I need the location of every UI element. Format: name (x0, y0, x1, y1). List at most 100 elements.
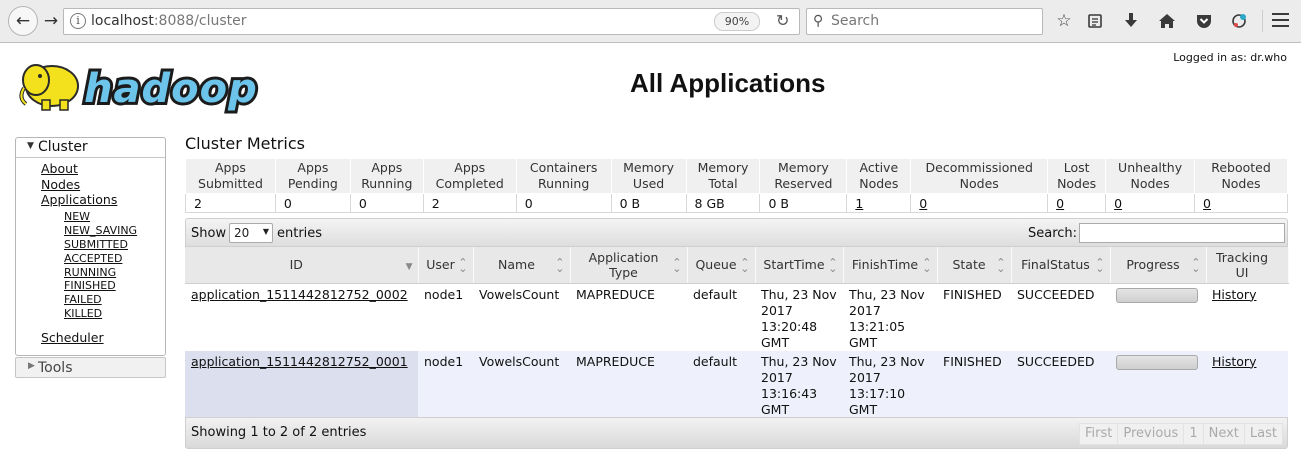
page-title: All Applications (630, 68, 826, 98)
metrics-value-12[interactable]: 0 (1194, 193, 1288, 213)
cell-start: Thu, 23 Nov 2017 13:20:48 GMT (755, 283, 843, 351)
column-header-user[interactable]: User ⌃ ⌄ (418, 247, 474, 284)
cluster-section-header[interactable]: ▼ Cluster (16, 138, 165, 158)
sidebar-link-about[interactable]: About (41, 161, 78, 176)
history-link[interactable]: History (1212, 287, 1256, 302)
history-link[interactable]: History (1212, 354, 1256, 369)
metrics-header-4: Containers Running (515, 158, 612, 194)
triangle-down-icon: ▼ (27, 141, 34, 151)
sidebar-state-accepted[interactable]: ACCEPTED (64, 252, 122, 265)
cell-tracking: History (1206, 283, 1288, 351)
logged-in-label: Logged in as: dr.who (1173, 51, 1287, 64)
metrics-value-10[interactable]: 0 (1047, 193, 1107, 213)
pager-previous-button[interactable]: Previous (1117, 423, 1185, 445)
reload-icon[interactable]: ↻ (776, 11, 789, 30)
cell-state: FINISHED (937, 350, 1011, 418)
sidebar-state-killed[interactable]: KILLED (64, 307, 102, 320)
metrics-header-9: Decommissioned Nodes (910, 158, 1049, 194)
entries-per-page-select[interactable]: 20 ▼ (229, 223, 273, 243)
bookmark-star-icon[interactable]: ☆ (1052, 9, 1076, 33)
extension-icon[interactable] (1227, 9, 1251, 33)
showing-entries-info: Showing 1 to 2 of 2 entries (191, 425, 367, 440)
pager-next-button[interactable]: Next (1202, 423, 1245, 445)
column-header-finalstatus[interactable]: FinalStatus ⌃ ⌄ (1011, 247, 1111, 284)
metrics-value-8[interactable]: 1 (846, 193, 912, 213)
sidebar-state-failed[interactable]: FAILED (64, 293, 102, 306)
sort-icon: ⌃ ⌄ (1191, 256, 1201, 275)
metrics-header-1: Apps Pending (274, 158, 351, 194)
metrics-value-11[interactable]: 0 (1105, 193, 1196, 213)
metrics-value-9[interactable]: 0 (910, 193, 1049, 213)
column-header-state[interactable]: State ⌃ ⌄ (937, 247, 1012, 284)
sort-icon: ⌃ ⌄ (996, 256, 1006, 275)
back-arrow-icon[interactable]: ← (8, 6, 38, 36)
sidebar-state-running[interactable]: RUNNING (64, 266, 116, 279)
sort-icon: ⌃ ⌄ (1095, 256, 1105, 275)
table-search-input[interactable] (1079, 223, 1285, 243)
url-bar[interactable]: i localhost:8088/cluster 90% ↻ (63, 8, 800, 35)
sidebar-link-applications[interactable]: Applications (41, 192, 117, 207)
pocket-icon[interactable] (1192, 9, 1216, 33)
metrics-value-7: 0 B (759, 193, 848, 213)
column-header-queue[interactable]: Queue ⌃ ⌄ (687, 247, 756, 284)
browser-search-input[interactable]: ⚲ Search (806, 8, 1043, 35)
application-id-link[interactable]: application_1511442812752_0001 (191, 354, 408, 369)
column-header-application-type[interactable]: Application Type ⌃ ⌄ (570, 247, 688, 284)
cell-id: application_1511442812752_0002 (185, 283, 418, 351)
table-controls: Show 20 ▼ entries Search: (185, 218, 1288, 247)
home-icon[interactable] (1155, 9, 1179, 33)
forward-arrow-icon[interactable]: → (38, 8, 64, 34)
sort-icon: ⌃ ⌄ (740, 256, 750, 275)
column-header-starttime[interactable]: StartTime ⌃ ⌄ (755, 247, 844, 284)
applications-table: ID ▼ User ⌃ ⌄ Name ⌃ ⌄ Application Type ⌃ ⌄ Queue ⌃ ⌄ S… (185, 247, 1289, 418)
cell-finish: Thu, 23 Nov 2017 13:17:10 GMT (843, 350, 937, 418)
metrics-header-7: Memory Reserved (759, 158, 848, 194)
cell-queue: default (687, 350, 755, 418)
cell-progress (1110, 350, 1206, 418)
entries-label: entries (277, 226, 323, 241)
table-row: application_1511442812752_0002 node1 Vowel… (185, 283, 1288, 351)
metrics-value-2: 0 (349, 193, 424, 213)
metrics-value-3: 2 (422, 193, 517, 213)
sidebar-cluster-panel: ▼ Cluster About Nodes Applications NEW N… (15, 137, 166, 356)
metrics-value-6: 8 GB (685, 193, 761, 213)
cluster-label: Cluster (38, 139, 88, 155)
sidebar-link-nodes[interactable]: Nodes (41, 177, 80, 192)
sidebar-state-new[interactable]: NEW (64, 210, 90, 223)
column-header-finishtime[interactable]: FinishTime ⌃ ⌄ (843, 247, 938, 284)
progress-bar (1116, 354, 1198, 370)
column-header-progress[interactable]: Progress ⌃ ⌄ (1110, 247, 1207, 284)
hadoop-logo[interactable]: hadoop hadoop (16, 52, 284, 116)
hamburger-menu-icon[interactable] (1268, 9, 1292, 33)
info-icon[interactable]: i (70, 13, 86, 29)
sidebar-state-submitted[interactable]: SUBMITTED (64, 238, 128, 251)
reading-list-icon[interactable] (1083, 9, 1107, 33)
pager-last-button[interactable]: Last (1243, 423, 1283, 445)
column-header-tracking-ui[interactable]: Tracking UI (1206, 247, 1289, 284)
zoom-level[interactable]: 90% (714, 12, 760, 31)
sidebar-state-finished[interactable]: FINISHED (64, 279, 116, 292)
sidebar-state-new-saving[interactable]: NEW_SAVING (64, 224, 137, 237)
metrics-value-4: 0 (515, 193, 612, 213)
cell-state: FINISHED (937, 283, 1011, 351)
search-label: Search: (1028, 226, 1078, 241)
cell-user: node1 (418, 350, 473, 418)
metrics-header-3: Apps Completed (422, 158, 517, 194)
column-header-id[interactable]: ID ▼ (185, 247, 419, 284)
download-icon[interactable] (1119, 9, 1143, 33)
cell-progress (1110, 283, 1206, 351)
progress-fill (1117, 289, 1197, 302)
pager-first-button[interactable]: First (1079, 423, 1119, 445)
cluster-metrics-table: Apps Submitted Apps Pending Apps Running Apps C… (185, 158, 1288, 213)
column-header-name[interactable]: Name ⌃ ⌄ (473, 247, 571, 284)
application-id-link[interactable]: application_1511442812752_0002 (191, 287, 408, 302)
logo-wordmark-fill: hadoop (84, 66, 258, 112)
sidebar-tools-header[interactable]: ▶ Tools (15, 357, 166, 378)
magnifier-icon: ⚲ (813, 13, 824, 29)
pager-page-1-button[interactable]: 1 (1183, 423, 1204, 445)
sidebar-link-scheduler[interactable]: Scheduler (41, 330, 104, 345)
table-row: application_1511442812752_0001 node1 Vowel… (185, 350, 1288, 418)
sort-desc-icon: ▼ (405, 262, 413, 272)
tools-label: Tools (38, 360, 73, 376)
cell-start: Thu, 23 Nov 2017 13:16:43 GMT (755, 350, 843, 418)
